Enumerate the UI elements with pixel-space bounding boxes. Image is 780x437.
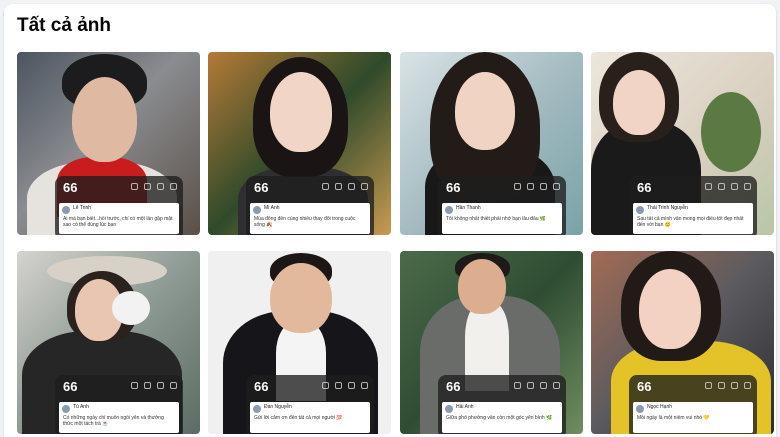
action-icons	[322, 183, 368, 190]
post-text: Gửi lời cảm ơn đến tất cả mọi người 💯	[254, 415, 343, 421]
avatar	[636, 206, 644, 214]
download-icon[interactable]	[361, 382, 368, 389]
avatar	[253, 206, 261, 214]
avatar	[253, 405, 261, 413]
download-icon[interactable]	[744, 382, 751, 389]
quote-icon: 66	[637, 379, 652, 394]
download-icon[interactable]	[744, 183, 751, 190]
share-icon[interactable]	[718, 382, 725, 389]
share-icon[interactable]	[527, 183, 534, 190]
avatar	[636, 405, 644, 413]
heart-icon[interactable]	[322, 183, 329, 190]
action-icons	[131, 183, 177, 190]
avatar	[445, 405, 453, 413]
post-author: Đan Nguyễn	[264, 404, 292, 410]
post-author: Lê Trinh	[73, 205, 92, 211]
quote-overlay: 66 Đan Nguyễn Gửi lời cảm ơn đến tất cả …	[246, 375, 374, 434]
share-icon[interactable]	[144, 183, 151, 190]
post-text: Ai mà bạn biết...hồi trước, chỉ có một l…	[63, 216, 173, 228]
photo-tile[interactable]: 66 Hân Thanh Tôi không nhất thiết phải n…	[400, 52, 583, 235]
share-icon[interactable]	[718, 183, 725, 190]
post-text: Có những ngày chỉ muốn ngồi yên và thưởn…	[63, 415, 164, 427]
post-author: Mì Anh	[264, 205, 280, 211]
save-icon[interactable]	[348, 382, 355, 389]
post-author: Tú Anh	[73, 404, 89, 410]
post-text: Tôi không nhất thiết phải nhớ bạn lâu đâ…	[446, 216, 547, 222]
share-icon[interactable]	[335, 183, 342, 190]
post-author: Hải Anh	[456, 404, 474, 410]
post-author: Hân Thanh	[456, 205, 481, 211]
action-icons	[322, 382, 368, 389]
post-text: Giữa phố phường vẫn còn một góc yên bình…	[446, 415, 553, 421]
action-icons	[705, 382, 751, 389]
heart-icon[interactable]	[705, 382, 712, 389]
quote-icon: 66	[254, 180, 269, 195]
action-icons	[705, 183, 751, 190]
quote-overlay: 66 Mì Anh Mùa đông đến cùng nhiều thay đ…	[246, 176, 374, 235]
post-preview: Mì Anh Mùa đông đến cùng nhiều thay đổi …	[250, 203, 370, 234]
action-icons	[514, 382, 560, 389]
quote-icon: 66	[254, 379, 269, 394]
share-icon[interactable]	[144, 382, 151, 389]
avatar	[62, 405, 70, 413]
post-preview: Thái Trinh Nguyễn Sau tất cả mình vẫn mo…	[633, 203, 753, 234]
share-icon[interactable]	[335, 382, 342, 389]
photos-card: Tất cả ảnh 66 Lê Trinh Ai mà bạn biết...…	[4, 4, 776, 437]
heart-icon[interactable]	[131, 382, 138, 389]
photo-tile[interactable]: 66 Tú Anh Có những ngày chỉ muốn ngồi yê…	[17, 251, 200, 434]
quote-icon: 66	[446, 379, 461, 394]
share-icon[interactable]	[527, 382, 534, 389]
save-icon[interactable]	[348, 183, 355, 190]
post-preview: Tú Anh Có những ngày chỉ muốn ngồi yên v…	[59, 402, 179, 433]
avatar	[445, 206, 453, 214]
download-icon[interactable]	[553, 183, 560, 190]
download-icon[interactable]	[361, 183, 368, 190]
post-preview: Lê Trinh Ai mà bạn biết...hồi trước, chỉ…	[59, 203, 179, 234]
heart-icon[interactable]	[131, 183, 138, 190]
post-text: Mỗi ngày là một niềm vui nhỏ 💛	[637, 415, 710, 421]
post-preview: Hân Thanh Tôi không nhất thiết phải nhớ …	[442, 203, 562, 234]
save-icon[interactable]	[157, 382, 164, 389]
heart-icon[interactable]	[514, 382, 521, 389]
action-icons	[131, 382, 177, 389]
quote-overlay: 66 Ngọc Hạnh Mỗi ngày là một niềm vui nh…	[629, 375, 757, 434]
heart-icon[interactable]	[514, 183, 521, 190]
save-icon[interactable]	[731, 183, 738, 190]
quote-icon: 66	[637, 180, 652, 195]
photo-tile[interactable]: 66 Thái Trinh Nguyễn Sau tất cả mình vẫn…	[591, 52, 774, 235]
photo-tile[interactable]: 66 Ngọc Hạnh Mỗi ngày là một niềm vui nh…	[591, 251, 774, 434]
save-icon[interactable]	[540, 382, 547, 389]
photo-tile[interactable]: 66 Lê Trinh Ai mà bạn biết...hồi trước, …	[17, 52, 200, 235]
post-preview: Hải Anh Giữa phố phường vẫn còn một góc …	[442, 402, 562, 433]
photo-tile[interactable]: 66 Mì Anh Mùa đông đến cùng nhiều thay đ…	[208, 52, 391, 235]
post-text: Sau tất cả mình vẫn mong mọi điều tốt đẹ…	[637, 216, 744, 228]
quote-overlay: 66 Tú Anh Có những ngày chỉ muốn ngồi yê…	[55, 375, 183, 434]
quote-icon: 66	[446, 180, 461, 195]
photo-tile[interactable]: 66 Hải Anh Giữa phố phường vẫn còn một g…	[400, 251, 583, 434]
post-preview: Đan Nguyễn Gửi lời cảm ơn đến tất cả mọi…	[250, 402, 370, 433]
quote-overlay: 66 Hân Thanh Tôi không nhất thiết phải n…	[438, 176, 566, 235]
download-icon[interactable]	[170, 183, 177, 190]
photo-tile[interactable]: 66 Đan Nguyễn Gửi lời cảm ơn đến tất cả …	[208, 251, 391, 434]
post-text: Mùa đông đến cùng nhiều thay đổi trong c…	[254, 216, 356, 228]
heart-icon[interactable]	[322, 382, 329, 389]
action-icons	[514, 183, 560, 190]
quote-icon: 66	[63, 379, 78, 394]
quote-icon: 66	[63, 180, 78, 195]
download-icon[interactable]	[553, 382, 560, 389]
save-icon[interactable]	[731, 382, 738, 389]
quote-overlay: 66 Hải Anh Giữa phố phường vẫn còn một g…	[438, 375, 566, 434]
post-preview: Ngọc Hạnh Mỗi ngày là một niềm vui nhỏ 💛	[633, 402, 753, 433]
quote-overlay: 66 Lê Trinh Ai mà bạn biết...hồi trước, …	[55, 176, 183, 235]
section-title: Tất cả ảnh	[17, 15, 111, 36]
quote-overlay: 66 Thái Trinh Nguyễn Sau tất cả mình vẫn…	[629, 176, 757, 235]
post-author: Thái Trinh Nguyễn	[647, 205, 688, 211]
save-icon[interactable]	[157, 183, 164, 190]
post-author: Ngọc Hạnh	[647, 404, 673, 410]
save-icon[interactable]	[540, 183, 547, 190]
avatar	[62, 206, 70, 214]
heart-icon[interactable]	[705, 183, 712, 190]
download-icon[interactable]	[170, 382, 177, 389]
